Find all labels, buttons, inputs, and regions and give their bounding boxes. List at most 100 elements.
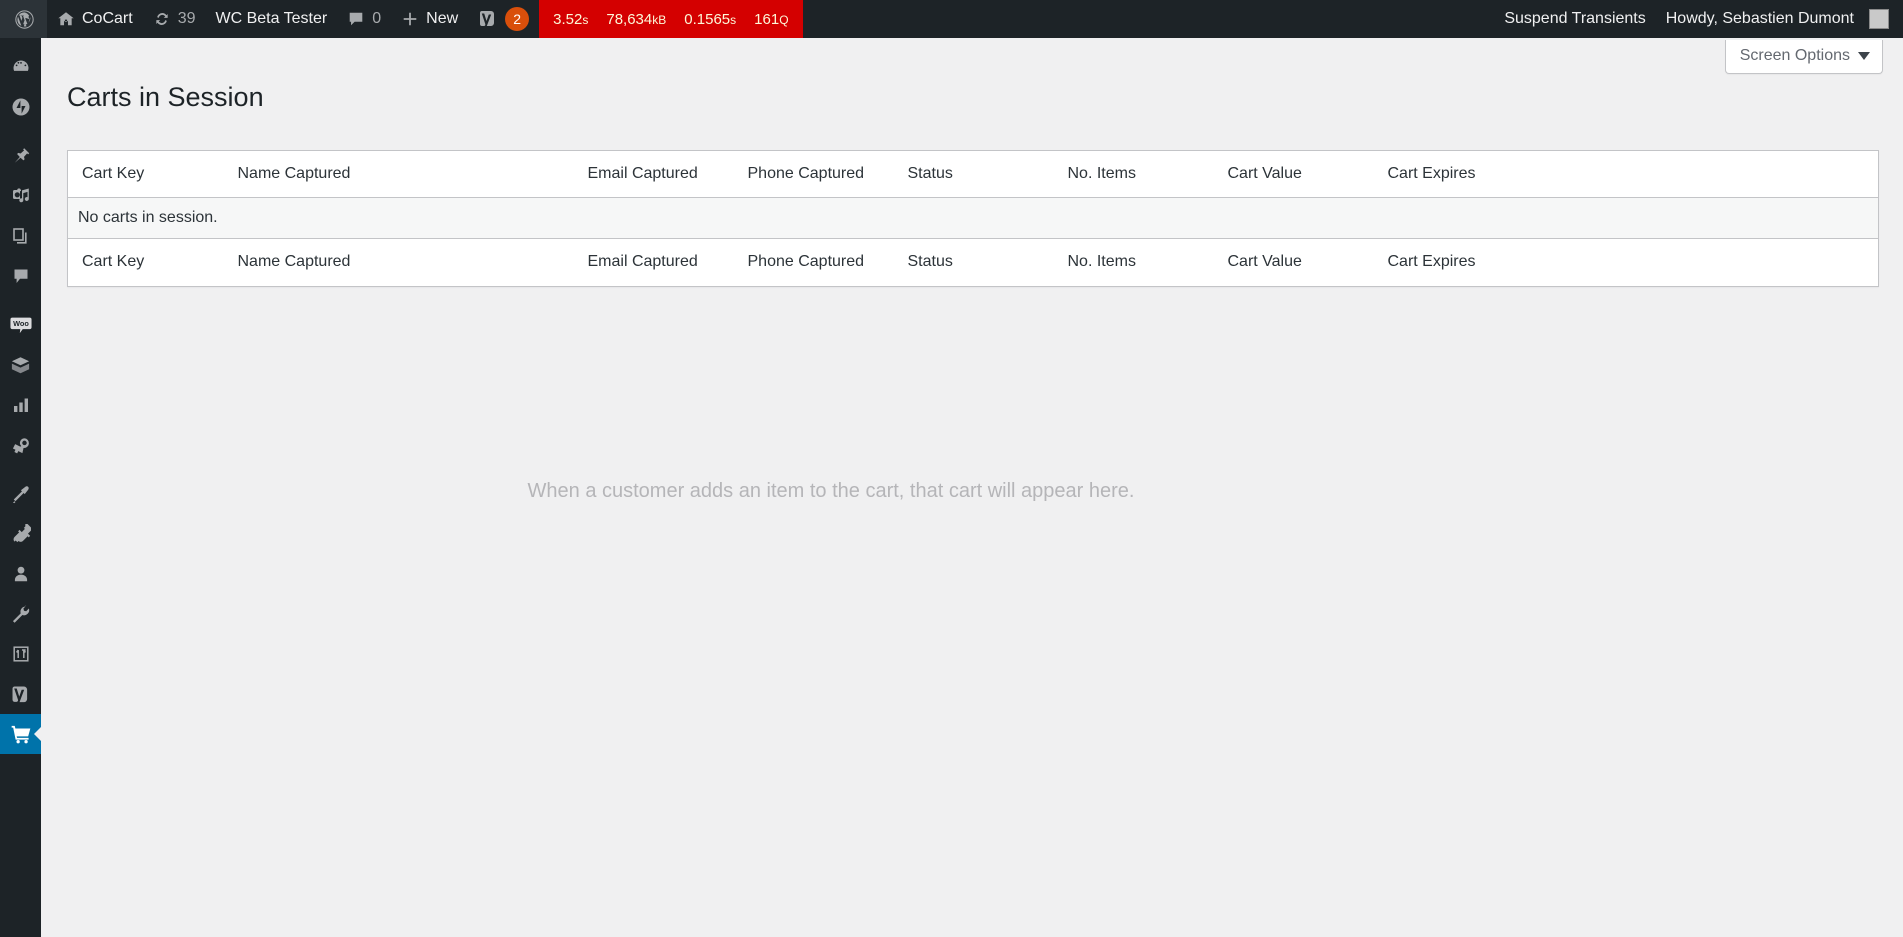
- wc-beta-tester-button[interactable]: WC Beta Tester: [205, 0, 337, 38]
- sliders-settings-icon: [11, 644, 31, 664]
- new-content-button[interactable]: New: [391, 0, 468, 38]
- page-title: Carts in Session: [67, 82, 264, 112]
- user-icon: [11, 564, 31, 584]
- column-header-cart-key[interactable]: Cart Key: [68, 151, 228, 198]
- column-footer-cart-key[interactable]: Cart Key: [68, 239, 228, 286]
- product-box-icon: [10, 355, 31, 376]
- admin-bar-spacer: [803, 0, 1495, 38]
- wc-beta-tester-label: WC Beta Tester: [215, 10, 328, 27]
- chevron-down-icon: [1858, 52, 1870, 60]
- column-header-phone-captured[interactable]: Phone Captured: [738, 151, 898, 198]
- admin-bar: CoCart 39 WC Beta Tester 0 New 2 3.52s 7…: [0, 0, 1903, 38]
- sidebar-item-marketing[interactable]: [0, 425, 41, 465]
- comment-bubble-icon: [347, 10, 365, 28]
- site-name-label: CoCart: [82, 10, 133, 27]
- sidebar-item-pages[interactable]: [0, 216, 41, 256]
- table-foot: Cart Key Name Captured Email Captured Ph…: [67, 238, 1879, 286]
- sidebar-item-appearance[interactable]: [0, 474, 41, 514]
- sidebar-item-dashboard[interactable]: [0, 47, 41, 87]
- avatar: [1869, 9, 1889, 29]
- column-header-status[interactable]: Status: [898, 151, 1058, 198]
- column-footer-cart-value[interactable]: Cart Value: [1218, 239, 1378, 286]
- comments-count: 0: [372, 10, 382, 27]
- home-icon: [57, 10, 75, 28]
- column-footer-cart-expires[interactable]: Cart Expires: [1378, 239, 1879, 286]
- yoast-logo-icon: [10, 684, 31, 705]
- sidebar-item-jetpack[interactable]: [0, 87, 41, 127]
- sidebar-item-users[interactable]: [0, 554, 41, 594]
- column-footer-phone-captured[interactable]: Phone Captured: [738, 239, 898, 286]
- column-header-cart-value[interactable]: Cart Value: [1218, 151, 1378, 198]
- bar-chart-icon: [11, 395, 31, 415]
- screen-options-button[interactable]: Screen Options: [1724, 40, 1883, 74]
- menu-spacer-1: [0, 127, 41, 136]
- updates-count: 39: [177, 10, 196, 27]
- megaphone-icon: [10, 435, 31, 456]
- debug-time: 3.52s: [553, 10, 589, 28]
- paintbrush-icon: [10, 484, 31, 505]
- screen-meta-links: Screen Options: [1724, 40, 1883, 74]
- woo-bubble-icon: Woo: [9, 315, 32, 335]
- column-header-cart-expires[interactable]: Cart Expires: [1378, 151, 1879, 198]
- menu-spacer-2: [0, 296, 41, 305]
- debug-bar[interactable]: 3.52s 78,634kB 0.1565s 161Q: [539, 0, 803, 38]
- sidebar-item-media[interactable]: [0, 176, 41, 216]
- carts-table-container: Cart Key Name Captured Email Captured Ph…: [67, 150, 1879, 502]
- site-name-button[interactable]: CoCart: [47, 0, 143, 38]
- wordpress-logo-icon: [14, 9, 35, 30]
- svg-text:Woo: Woo: [13, 319, 29, 328]
- column-footer-no-items[interactable]: No. Items: [1058, 239, 1218, 286]
- pages-icon: [11, 226, 31, 246]
- pin-icon: [11, 146, 31, 166]
- table-footer-row: Cart Key Name Captured Email Captured Ph…: [67, 238, 1879, 286]
- admin-bar-right-group: Suspend Transients Howdy, Sebastien Dumo…: [1494, 0, 1903, 38]
- column-header-name-captured[interactable]: Name Captured: [228, 151, 578, 198]
- sidebar-item-woocommerce[interactable]: Woo: [0, 305, 41, 345]
- sidebar-item-posts[interactable]: [0, 136, 41, 176]
- comments-button[interactable]: 0: [337, 0, 391, 38]
- shopping-cart-icon: [10, 723, 32, 745]
- suspend-transients-button[interactable]: Suspend Transients: [1494, 0, 1655, 38]
- wordpress-logo-button[interactable]: [0, 0, 47, 38]
- screen-options-label: Screen Options: [1739, 47, 1850, 64]
- column-footer-email-captured[interactable]: Email Captured: [578, 239, 738, 286]
- table-row-no-items: No carts in session.: [67, 197, 1879, 239]
- menu-spacer-3: [0, 465, 41, 474]
- my-account-button[interactable]: Howdy, Sebastien Dumont: [1656, 0, 1903, 38]
- menu-spacer-top: [0, 38, 41, 47]
- sidebar-item-settings[interactable]: [0, 634, 41, 674]
- column-header-no-items[interactable]: No. Items: [1058, 151, 1218, 198]
- sidebar-item-comments[interactable]: [0, 256, 41, 296]
- yoast-seo-button[interactable]: 2: [468, 0, 539, 38]
- table-head: Cart Key Name Captured Email Captured Ph…: [67, 151, 1879, 198]
- dashboard-gauge-icon: [11, 57, 31, 77]
- debug-db-time: 0.1565s: [684, 10, 737, 28]
- updates-icon: [153, 10, 171, 28]
- suspend-transients-label: Suspend Transients: [1504, 10, 1646, 27]
- plus-icon: [401, 10, 419, 28]
- column-footer-name-captured[interactable]: Name Captured: [228, 239, 578, 286]
- jetpack-icon: [11, 97, 31, 117]
- content-area: Screen Options Carts in Session Cart Key…: [41, 38, 1903, 937]
- carts-in-session-table: Cart Key Name Captured Email Captured Ph…: [67, 150, 1879, 287]
- updates-button[interactable]: 39: [143, 0, 206, 38]
- column-header-email-captured[interactable]: Email Captured: [578, 151, 738, 198]
- comment-bubble-icon: [11, 266, 31, 286]
- new-content-label: New: [426, 10, 459, 27]
- table-body: No carts in session.: [67, 197, 1879, 239]
- column-footer-status[interactable]: Status: [898, 239, 1058, 286]
- sidebar-item-tools[interactable]: [0, 594, 41, 634]
- sidebar-item-plugins[interactable]: [0, 514, 41, 554]
- current-menu-pointer: [34, 726, 42, 742]
- debug-queries: 161Q: [754, 10, 789, 28]
- sidebar-item-cocart-carts[interactable]: [0, 714, 42, 754]
- empty-state-message: When a customer adds an item to the cart…: [527, 480, 1135, 502]
- yoast-logo-icon: [478, 9, 498, 29]
- sidebar-item-analytics[interactable]: [0, 385, 41, 425]
- media-camera-music-icon: [11, 186, 31, 206]
- yoast-notification-badge: 2: [505, 7, 530, 31]
- admin-sidebar-menu: Woo: [0, 38, 42, 937]
- no-items-message: No carts in session.: [67, 197, 1879, 239]
- sidebar-item-products[interactable]: [0, 345, 41, 385]
- sidebar-item-yoast-seo[interactable]: [0, 674, 41, 714]
